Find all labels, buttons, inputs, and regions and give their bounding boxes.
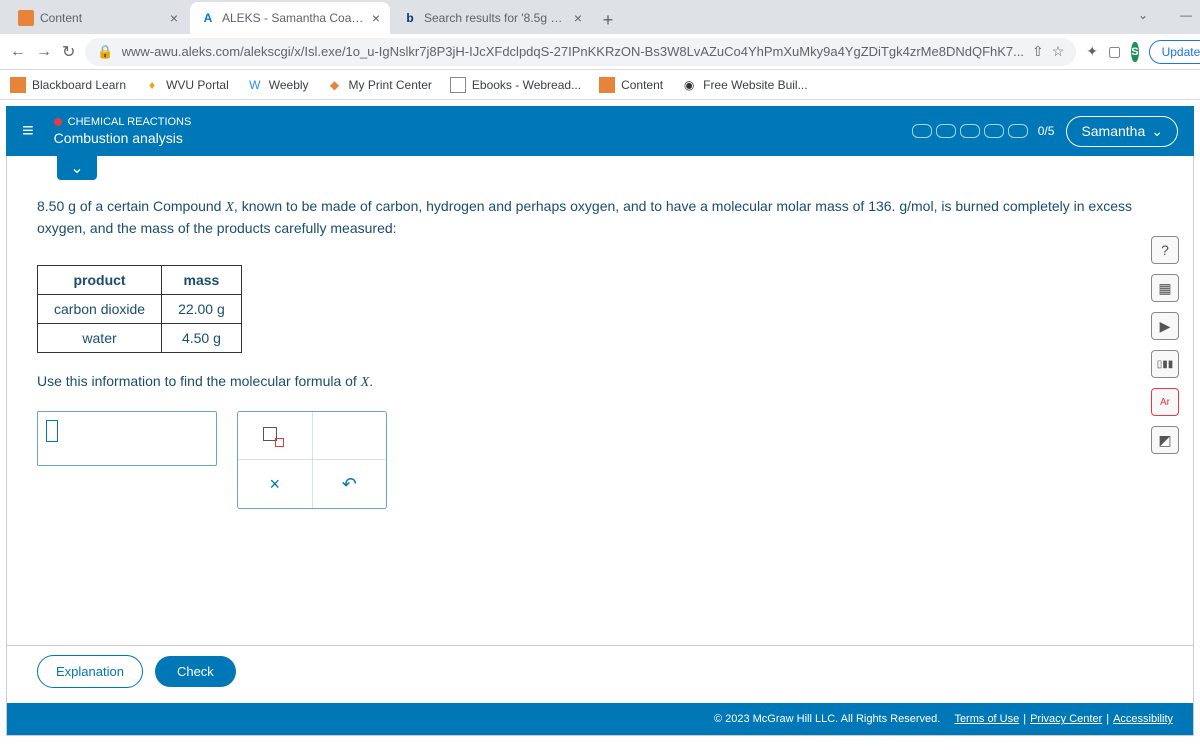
bookmark-content[interactable]: Content [599,77,663,93]
table-cell: 22.00 g [162,295,242,324]
undo-tool[interactable]: ↶ [313,460,387,508]
accessibility-link[interactable]: Accessibility [1113,713,1173,725]
cursor-icon [46,420,58,442]
star-icon[interactable]: ☆ [1052,43,1065,60]
chevron-down-icon[interactable]: ⌄ [1138,8,1148,22]
red-dot-icon [54,118,62,126]
tab-icon: A [200,10,216,26]
reload-button[interactable]: ↻ [62,42,75,62]
explanation-button[interactable]: Explanation [37,655,143,688]
window-icon[interactable]: ▢ [1108,43,1121,60]
check-button[interactable]: Check [155,656,236,687]
right-toolbar: ? ▦ ▶ ▯▮▮ Ar ◩ [1151,236,1179,454]
close-icon[interactable]: × [372,10,380,26]
answer-input[interactable] [37,411,217,466]
forward-button[interactable]: → [36,43,52,61]
bottom-bar: Explanation Check [7,645,1193,697]
bookmark-icon: W [247,77,263,93]
footer: © 2023 McGraw Hill LLC. All Rights Reser… [7,703,1193,735]
tool-palette: × ↶ [237,411,387,509]
window-controls: ⌄ — [1138,8,1192,22]
url-text: www-awu.aleks.com/alekscgi/x/Isl.exe/1o_… [122,44,1024,59]
tab-icon: b [402,10,418,26]
extension-icon[interactable]: ✦ [1086,43,1098,60]
content-area: ⌄ 8.50 g of a certain Compound X, known … [6,156,1194,736]
bookmark-weebly[interactable]: WWeebly [247,77,309,93]
table-header: product [38,266,162,295]
menu-icon[interactable]: ≡ [22,120,34,143]
user-menu[interactable]: Samantha ⌄ [1066,116,1178,147]
table-cell: water [38,324,162,353]
topic-label: Combustion analysis [54,130,912,146]
minimize-icon[interactable]: — [1180,8,1192,22]
tab-icon [18,10,34,26]
tab-search[interactable]: b Search results for '8.5g of a ce × [392,2,592,34]
browser-tab-bar: Content × A ALEKS - Samantha Coates - Le… [0,0,1200,34]
subscript-tool[interactable] [238,412,313,460]
bookmark-icon [599,77,615,93]
calculator-button[interactable]: ▦ [1151,274,1179,302]
terms-link[interactable]: Terms of Use [954,713,1019,725]
video-button[interactable]: ▶ [1151,312,1179,340]
progress-box [912,124,932,138]
bookmarks-bar: Blackboard Learn ♦WVU Portal WWeebly ◆My… [0,70,1200,100]
answer-row: × ↶ [7,401,1193,519]
aleks-header: ≡ CHEMICAL REACTIONS Combustion analysis… [6,106,1194,156]
bookmark-wvu[interactable]: ♦WVU Portal [144,77,229,93]
data-button[interactable]: ▯▮▮ [1151,350,1179,378]
progress-box [1008,124,1028,138]
progress-box [936,124,956,138]
bookmark-icon [450,77,466,93]
table-cell: carbon dioxide [38,295,162,324]
bookmark-freewebsite[interactable]: ◉Free Website Buil... [681,77,807,93]
progress-box [960,124,980,138]
clear-tool[interactable]: × [238,460,313,508]
bookmark-print[interactable]: ◆My Print Center [327,77,432,93]
bookmark-icon [10,77,26,93]
chevron-down-icon: ⌄ [1151,123,1163,140]
progress-indicator: 0/5 [912,124,1055,138]
copyright-text: © 2023 McGraw Hill LLC. All Rights Reser… [714,713,940,725]
bookmark-icon: ♦ [144,77,160,93]
problem-text: 8.50 g of a certain Compound X, known to… [7,180,1193,255]
share-icon[interactable]: ⇧ [1032,43,1044,60]
close-icon[interactable]: × [170,10,178,26]
progress-count: 0/5 [1038,124,1055,138]
url-input[interactable]: 🔒 www-awu.aleks.com/alekscgi/x/Isl.exe/1… [85,38,1076,66]
tab-title: Content [40,11,164,25]
update-button[interactable]: Update [1149,40,1200,64]
progress-box [984,124,1004,138]
tip-button[interactable]: ◩ [1151,426,1179,454]
lock-icon: 🔒 [97,44,113,60]
back-button[interactable]: ← [10,43,26,61]
tab-title: ALEKS - Samantha Coates - Le [222,11,366,25]
privacy-link[interactable]: Privacy Center [1030,713,1102,725]
help-button[interactable]: ? [1151,236,1179,264]
data-table: productmass carbon dioxide22.00 g water4… [37,265,242,353]
tool-empty [313,412,387,460]
new-tab-button[interactable]: + [594,6,622,34]
table-cell: 4.50 g [162,324,242,353]
tab-aleks[interactable]: A ALEKS - Samantha Coates - Le × [190,2,390,34]
instruction-text: Use this information to find the molecul… [7,363,1193,401]
bookmark-icon: ◆ [327,77,343,93]
category-label: CHEMICAL REACTIONS [54,116,912,128]
tab-content[interactable]: Content × [8,2,188,34]
bookmark-icon: ◉ [681,77,697,93]
profile-icon[interactable]: S [1131,42,1138,62]
table-header: mass [162,266,242,295]
close-icon[interactable]: × [574,10,582,26]
dropdown-tab[interactable]: ⌄ [57,156,97,180]
bookmark-ebooks[interactable]: Ebooks - Webread... [450,77,581,93]
bookmark-blackboard[interactable]: Blackboard Learn [10,77,126,93]
address-bar: ← → ↻ 🔒 www-awu.aleks.com/alekscgi/x/Isl… [0,34,1200,70]
tab-title: Search results for '8.5g of a ce [424,11,568,25]
periodic-table-button[interactable]: Ar [1151,388,1179,416]
header-titles: CHEMICAL REACTIONS Combustion analysis [54,116,912,146]
